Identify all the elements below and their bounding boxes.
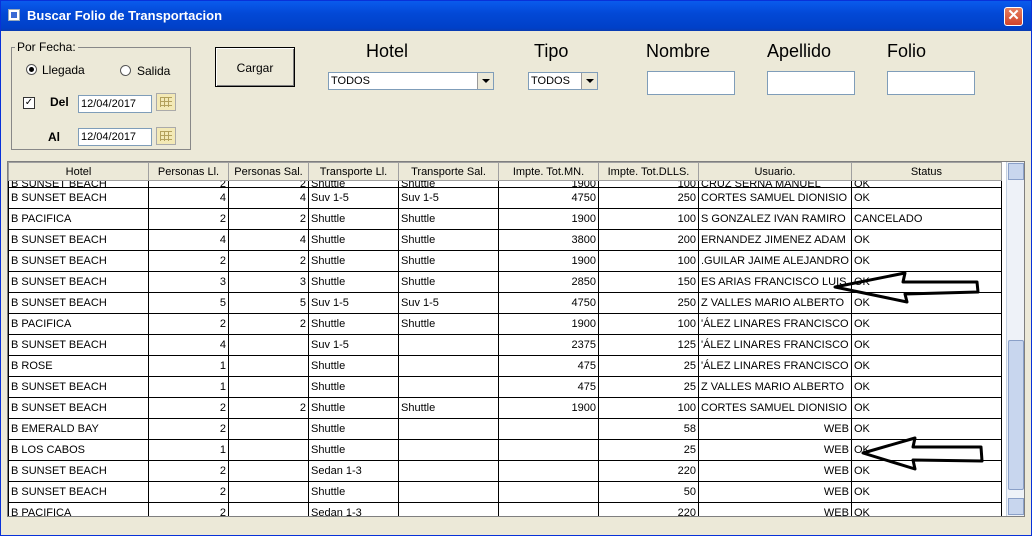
arrow-annotation-lower [861,436,984,471]
main-window: Buscar Folio de Transportacion ✕ Por Fec… [0,0,1032,536]
arrow-annotations [833,271,984,471]
arrow-annotation-upper [833,271,980,304]
